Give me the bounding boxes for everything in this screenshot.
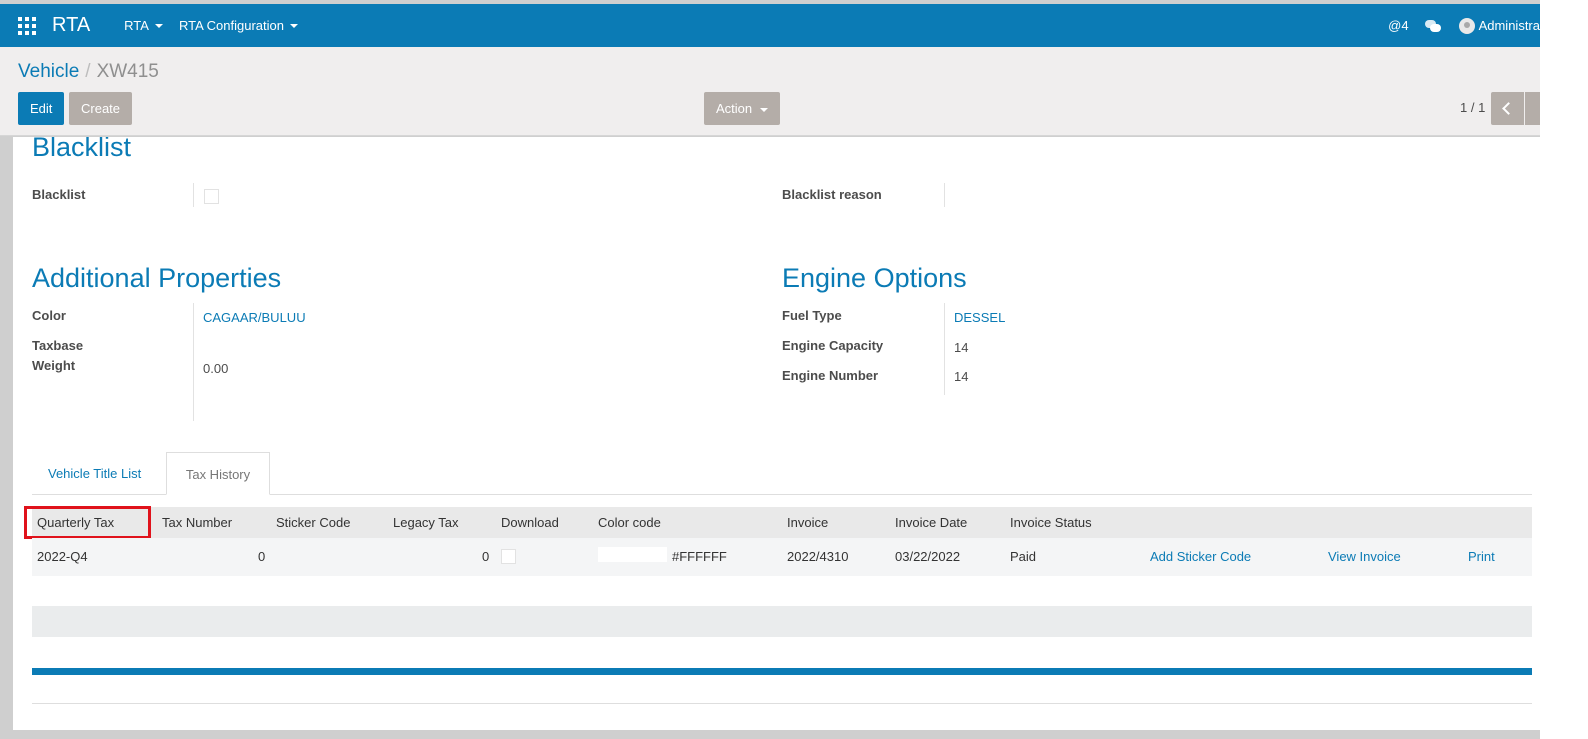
engine-options-title: Engine Options bbox=[782, 263, 967, 293]
top-navbar: RTA RTA RTA Configuration @4 Administra bbox=[0, 4, 1540, 47]
cell-invoice-date: 03/22/2022 bbox=[895, 549, 961, 564]
breadcrumb-vehicle-link[interactable]: Vehicle bbox=[18, 61, 79, 82]
navbar-right: @4 Administra bbox=[1388, 4, 1540, 47]
action-button-label: Action bbox=[716, 101, 753, 116]
app-brand: RTA bbox=[52, 14, 91, 36]
color-label: Color bbox=[32, 308, 66, 323]
pager-previous-button[interactable] bbox=[1491, 92, 1524, 125]
color-value-link[interactable]: CAGAAR/BULUU bbox=[203, 310, 306, 325]
menu-rta[interactable]: RTA bbox=[124, 18, 163, 33]
table-header: Quarterly Tax Tax Number Sticker Code Le… bbox=[32, 507, 1532, 538]
blacklist-section-title: Blacklist bbox=[32, 137, 132, 162]
table-row-empty bbox=[32, 606, 1532, 637]
cell-invoice-status: Paid bbox=[1010, 549, 1037, 564]
taxbase-label-line2: Weight bbox=[32, 358, 76, 373]
mentions-counter[interactable]: @4 bbox=[1388, 18, 1408, 33]
apps-grid-icon[interactable] bbox=[18, 16, 36, 35]
fuel-type-link[interactable]: DESSEL bbox=[954, 310, 1005, 325]
table-row-empty bbox=[32, 576, 1532, 606]
highlight-annotation-box bbox=[24, 506, 151, 539]
column-header-download[interactable]: Download bbox=[501, 515, 559, 530]
color-swatch bbox=[598, 547, 667, 562]
add-sticker-code-button[interactable]: Add Sticker Code bbox=[1150, 549, 1251, 564]
fuel-type-label: Fuel Type bbox=[782, 308, 842, 323]
cell-download-checkbox[interactable] bbox=[501, 549, 516, 564]
action-button[interactable]: Action bbox=[704, 92, 780, 125]
taxbase-label-line1: Taxbase bbox=[32, 338, 84, 353]
taxbase-weight-value: 0.00 bbox=[203, 361, 229, 376]
engine-number-value: 14 bbox=[954, 369, 969, 384]
field-separator bbox=[193, 183, 194, 207]
pager-counter: 1 / 1 bbox=[1460, 100, 1486, 115]
breadcrumb-separator: / bbox=[85, 61, 91, 82]
cell-tax-number: 0 bbox=[258, 549, 266, 564]
additional-properties-title: Additional Properties bbox=[32, 263, 282, 293]
cell-color-code: #FFFFFF bbox=[672, 549, 727, 564]
column-header-color-code[interactable]: Color code bbox=[598, 515, 661, 530]
table-row[interactable]: 2022-Q4 0 0 #FFFFFF 2022/4310 03/22/2022… bbox=[32, 538, 1532, 576]
chat-icon[interactable] bbox=[1424, 19, 1441, 32]
chevron-down-icon bbox=[759, 107, 768, 112]
table-footer-bar bbox=[32, 668, 1532, 675]
blacklist-checkbox[interactable] bbox=[204, 189, 219, 204]
chevron-down-icon bbox=[290, 23, 298, 28]
pager-next-button[interactable] bbox=[1525, 92, 1540, 125]
tab-vehicle-title-list[interactable]: Vehicle Title List bbox=[48, 466, 141, 481]
column-header-invoice-status[interactable]: Invoice Status bbox=[1010, 515, 1092, 530]
cell-quarterly-tax: 2022-Q4 bbox=[37, 549, 88, 564]
column-header-tax-number[interactable]: Tax Number bbox=[162, 515, 232, 530]
engine-capacity-label: Engine Capacity bbox=[782, 338, 884, 353]
column-header-invoice-date[interactable]: Invoice Date bbox=[895, 515, 967, 530]
view-invoice-button[interactable]: View Invoice bbox=[1328, 549, 1401, 564]
bottom-divider bbox=[32, 703, 1532, 704]
column-header-invoice[interactable]: Invoice bbox=[787, 515, 828, 530]
tab-tax-history[interactable]: Tax History bbox=[166, 452, 270, 495]
form-sheet: Blacklist Blacklist Blacklist reason Add… bbox=[13, 137, 1540, 730]
blacklist-label: Blacklist bbox=[32, 187, 86, 202]
blacklist-reason-label: Blacklist reason bbox=[782, 187, 882, 202]
engine-capacity-value: 14 bbox=[954, 340, 969, 355]
chevron-down-icon bbox=[154, 23, 163, 28]
column-header-sticker-code[interactable]: Sticker Code bbox=[276, 515, 350, 530]
field-separator bbox=[944, 303, 945, 395]
engine-number-label: Engine Number bbox=[782, 368, 879, 383]
print-button[interactable]: Print bbox=[1468, 549, 1495, 564]
create-button[interactable]: Create bbox=[69, 92, 133, 125]
column-header-legacy-tax[interactable]: Legacy Tax bbox=[393, 515, 459, 530]
avatar[interactable] bbox=[1458, 17, 1475, 34]
field-separator bbox=[944, 183, 945, 207]
edit-button[interactable]: Edit bbox=[18, 92, 65, 125]
menu-rta-configuration-label: RTA Configuration bbox=[178, 18, 284, 33]
breadcrumb-current: XW415 bbox=[96, 61, 159, 82]
cell-legacy-tax: 0 bbox=[482, 549, 490, 564]
menu-rta-label: RTA bbox=[124, 18, 149, 33]
control-panel: Vehicle / XW415 Edit Create Action 1 / 1 bbox=[0, 47, 1540, 136]
menu-rta-configuration[interactable]: RTA Configuration bbox=[179, 18, 298, 33]
field-separator bbox=[193, 303, 194, 421]
user-menu[interactable]: Administra bbox=[1479, 18, 1540, 33]
breadcrumb: Vehicle / XW415 bbox=[18, 61, 159, 83]
cell-invoice: 2022/4310 bbox=[787, 549, 849, 564]
